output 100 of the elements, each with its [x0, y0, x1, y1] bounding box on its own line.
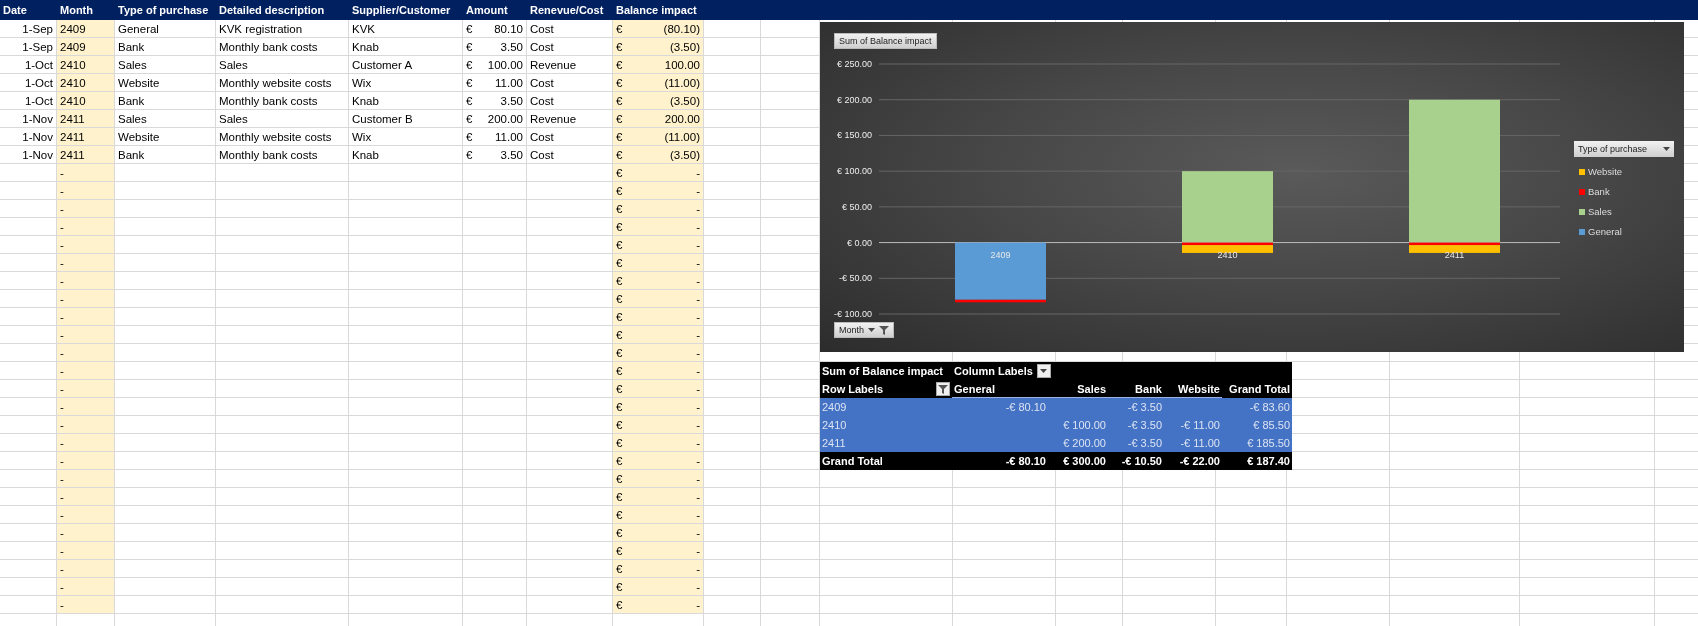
category-label: 2409 [990, 249, 1011, 260]
caret-icon [1663, 147, 1670, 151]
month-cell: - [57, 380, 115, 398]
month-cell: - [57, 164, 115, 182]
balance-cell: (11.00) [664, 76, 700, 89]
pivot-cell-text: € 185.50 [1246, 436, 1291, 451]
amount-cell: 3.50 [500, 148, 523, 161]
column-header: Detailed description [218, 3, 326, 18]
type-cell-text: Sales [117, 111, 148, 127]
month-cell: 2411 [57, 110, 115, 128]
filter-button[interactable] [936, 382, 950, 396]
column-header: Balance impact [615, 3, 698, 18]
currency-symbol: € [616, 418, 623, 431]
month-cell: - [57, 290, 115, 308]
amount-cell: 100.00 [487, 58, 523, 71]
column-header: Amount [465, 3, 509, 18]
month-cell: - [57, 452, 115, 470]
pivot-total-cell-text: € 300.00 [1062, 454, 1107, 469]
currency-symbol: € [616, 40, 623, 53]
balance-cell: - [696, 274, 700, 287]
supplier-cell-text: Knab [351, 39, 380, 55]
currency-symbol: € [616, 112, 623, 125]
currency-symbol: € [466, 22, 473, 35]
balance-cell: - [696, 454, 700, 467]
currency-symbol: € [466, 130, 473, 143]
amount-cell: 3.50 [500, 94, 523, 107]
currency-symbol: € [616, 58, 623, 71]
pivot-total-cell-text: -€ 22.00 [1178, 454, 1221, 469]
currency-symbol: € [616, 400, 623, 413]
currency-symbol: € [466, 58, 473, 71]
description-cell-text: Sales [218, 111, 249, 127]
legend-label: Bank [1588, 186, 1610, 197]
date-cell-text: 1-Oct [23, 93, 54, 109]
description-cell-text: Monthly bank costs [218, 147, 319, 163]
axis-label: € 0.00 [846, 237, 872, 248]
balance-cell: - [696, 598, 700, 611]
field-button[interactable]: Sum of Balance impact [834, 33, 937, 49]
currency-symbol: € [616, 310, 623, 323]
pivot-cell-text: -€ 3.50 [1126, 418, 1163, 433]
pivot-cell-text: € 200.00 [1062, 436, 1107, 451]
currency-symbol: € [616, 202, 623, 215]
currency-symbol: € [466, 148, 473, 161]
currency-symbol: € [616, 436, 623, 449]
balance-cell: - [696, 580, 700, 593]
balance-cell: - [696, 418, 700, 431]
supplier-cell-text: Wix [351, 129, 373, 145]
month-cell: - [57, 524, 115, 542]
pivot-row-label: 2409 [821, 400, 848, 415]
pivot-cell-text: -€ 80.10 [1004, 400, 1047, 415]
amount-cell: 11.00 [495, 76, 523, 89]
pivot-row-label: 2411 [821, 436, 847, 451]
balance-cell: (3.50) [669, 94, 700, 107]
balance-cell: - [696, 364, 700, 377]
revenue-cost-cell-text: Cost [529, 21, 555, 37]
caret-icon [868, 328, 875, 332]
month-cell: 2411 [57, 146, 115, 164]
month-cell: - [57, 416, 115, 434]
pivot-header: Column Labels [954, 365, 1033, 377]
balance-cell: - [696, 310, 700, 323]
month-cell: - [57, 218, 115, 236]
balance-cell: (80.10) [663, 22, 700, 35]
balance-cell: - [696, 526, 700, 539]
type-cell-text: Website [117, 75, 161, 91]
axis-label: -€ 100.00 [833, 309, 872, 319]
type-cell-text: Bank [117, 39, 146, 55]
currency-symbol: € [616, 562, 623, 575]
month-cell: - [57, 398, 115, 416]
type-cell-text: Sales [117, 57, 148, 73]
month-cell: - [57, 182, 115, 200]
supplier-cell-text: Customer A [351, 57, 414, 73]
balance-cell: - [696, 238, 700, 251]
type-cell-text: Bank [117, 147, 146, 163]
description-cell-text: Monthly bank costs [218, 93, 319, 109]
currency-symbol: € [616, 346, 623, 359]
revenue-cost-cell-text: Cost [529, 75, 555, 91]
dropdown-button[interactable] [1036, 364, 1051, 378]
axis-label: € 200.00 [836, 94, 872, 105]
balance-cell: 200.00 [664, 112, 700, 125]
pivot-cell-text: -€ 11.00 [1179, 418, 1221, 433]
legend-filter-button[interactable]: Type of purchase [1574, 141, 1674, 157]
pivot-header: Row Labels [822, 383, 884, 395]
balance-cell: - [696, 292, 700, 305]
balance-cell: - [696, 328, 700, 341]
revenue-cost-cell-text: Cost [529, 147, 555, 163]
revenue-cost-cell-text: Cost [529, 39, 555, 55]
date-cell-text: 1-Sep [21, 21, 54, 37]
currency-symbol: € [466, 40, 473, 53]
pivot-header: Grand Total [1228, 382, 1291, 397]
currency-symbol: € [466, 94, 473, 107]
pivot-total-cell-text: € 187.40 [1246, 454, 1291, 469]
balance-cell: - [696, 166, 700, 179]
legend-label: General [1588, 226, 1622, 237]
supplier-cell-text: Knab [351, 93, 380, 109]
filter-icon [938, 384, 948, 394]
currency-symbol: € [616, 94, 623, 107]
field-filter-button[interactable]: Month [834, 322, 894, 338]
currency-symbol: € [616, 148, 623, 161]
month-cell: - [57, 326, 115, 344]
revenue-cost-cell-text: Revenue [529, 57, 578, 73]
revenue-cost-cell-text: Revenue [529, 111, 578, 127]
